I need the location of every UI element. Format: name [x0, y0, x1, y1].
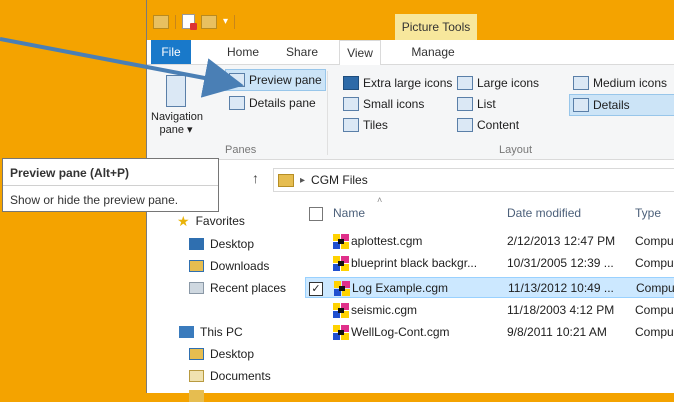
separator [3, 185, 218, 186]
arrow-line [0, 37, 244, 98]
tooltip-description: Show or hide the preview pane. [10, 193, 179, 207]
tooltip-title: Preview pane (Alt+P) [10, 166, 130, 180]
tooltip: Preview pane (Alt+P) Show or hide the pr… [2, 158, 219, 212]
